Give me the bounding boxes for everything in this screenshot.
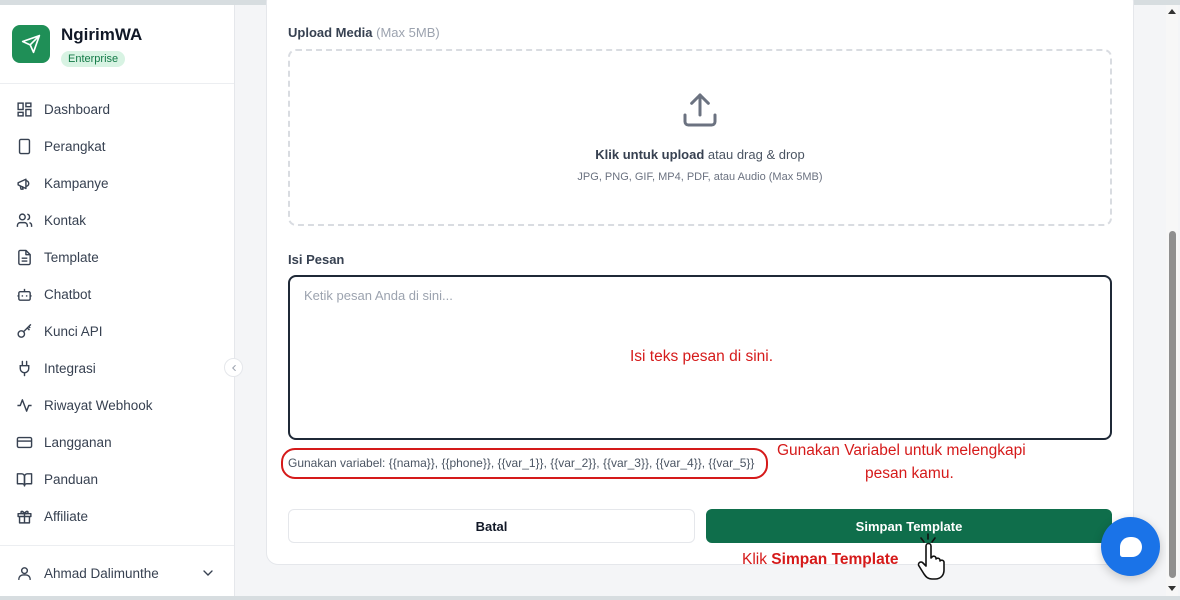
user-name: Ahmad Dalimunthe bbox=[44, 566, 159, 581]
send-icon[interactable] bbox=[12, 25, 50, 63]
annotation-highlight-ring bbox=[281, 448, 768, 479]
sidebar-item-label: Kunci API bbox=[44, 324, 103, 339]
pointer-hand-icon bbox=[917, 533, 945, 580]
bot-icon bbox=[17, 288, 32, 301]
sidebar: NgirimWA Enterprise Dashboard Perangkat … bbox=[0, 5, 235, 596]
scrollbar-thumb[interactable] bbox=[1169, 231, 1176, 578]
plug-icon bbox=[19, 360, 30, 377]
user-menu[interactable]: Ahmad Dalimunthe bbox=[0, 545, 234, 596]
sidebar-item-label: Kontak bbox=[44, 213, 87, 228]
upload-formats: JPG, PNG, GIF, MP4, PDF, atau Audio (Max… bbox=[577, 171, 823, 183]
annotation-variables-note-line1: Gunakan Variabel untuk melengkapi bbox=[777, 442, 1026, 459]
book-icon bbox=[16, 473, 33, 487]
annotation-save-note: Klik Simpan Template bbox=[742, 551, 898, 569]
sidebar-item-panduan[interactable]: Panduan bbox=[0, 464, 234, 494]
scroll-down-arrow-icon[interactable] bbox=[1168, 586, 1176, 591]
credit-card-icon bbox=[16, 436, 33, 449]
upload-instruction: Klik untuk upload atau drag & drop bbox=[288, 147, 1112, 162]
save-template-button[interactable]: Simpan Template bbox=[706, 509, 1112, 543]
brand: NgirimWA Enterprise bbox=[0, 5, 234, 84]
sidebar-item-label: Chatbot bbox=[44, 287, 92, 302]
sidebar-item-riwayat-webhook[interactable]: Riwayat Webhook bbox=[0, 390, 234, 420]
upload-dropzone[interactable] bbox=[288, 49, 1112, 226]
plan-badge: Enterprise bbox=[61, 51, 126, 67]
upload-icon bbox=[683, 93, 717, 127]
user-icon bbox=[18, 567, 31, 580]
key-icon bbox=[17, 323, 32, 338]
sidebar-item-label: Integrasi bbox=[44, 361, 96, 376]
message-label: Isi Pesan bbox=[288, 252, 345, 267]
sidebar-item-label: Dashboard bbox=[44, 102, 111, 117]
sidebar-item-integrasi[interactable]: Integrasi bbox=[0, 353, 234, 383]
brand-name: NgirimWA bbox=[61, 25, 143, 44]
scroll-up-arrow-icon[interactable] bbox=[1168, 9, 1176, 14]
cancel-button[interactable]: Batal bbox=[288, 509, 695, 543]
gift-icon bbox=[17, 510, 32, 524]
sidebar-item-label: Panduan bbox=[44, 472, 99, 487]
sidebar-item-chatbot[interactable]: Chatbot bbox=[0, 279, 234, 309]
chevron-left-icon bbox=[231, 364, 236, 371]
megaphone-icon bbox=[17, 178, 30, 190]
chat-bubble-icon bbox=[1119, 536, 1142, 557]
upload-limit-text: (Max 5MB) bbox=[376, 25, 440, 40]
chat-widget-button[interactable] bbox=[1101, 517, 1160, 576]
sidebar-item-label: Kampanye bbox=[44, 176, 109, 191]
chevron-down-icon[interactable] bbox=[200, 565, 216, 581]
sidebar-collapse-button[interactable] bbox=[224, 358, 243, 377]
activity-icon bbox=[17, 399, 32, 412]
sidebar-item-kontak[interactable]: Kontak bbox=[0, 205, 234, 235]
upload-link[interactable]: Klik untuk upload bbox=[595, 147, 704, 162]
sidebar-item-langganan[interactable]: Langganan bbox=[0, 427, 234, 457]
sidebar-item-label: Template bbox=[44, 250, 99, 265]
sidebar-item-affiliate[interactable]: Affiliate bbox=[0, 501, 234, 531]
upload-instruction-rest: atau drag & drop bbox=[704, 147, 805, 162]
annotation-variables-note-line2: pesan kamu. bbox=[865, 465, 954, 482]
window-bottom-border bbox=[0, 596, 1180, 600]
sidebar-item-template[interactable]: Template bbox=[0, 242, 234, 272]
annotation-save-prefix: Klik bbox=[742, 551, 772, 568]
sidebar-item-kunci-api[interactable]: Kunci API bbox=[0, 316, 234, 346]
sidebar-item-perangkat[interactable]: Perangkat bbox=[0, 131, 234, 161]
annotation-save-bold: Simpan Template bbox=[771, 551, 899, 568]
sidebar-item-kampanye[interactable]: Kampanye bbox=[0, 168, 234, 198]
upload-media-label: Upload Media (Max 5MB) bbox=[288, 25, 440, 40]
sidebar-item-label: Riwayat Webhook bbox=[44, 398, 153, 413]
document-icon bbox=[18, 249, 31, 266]
device-icon bbox=[18, 138, 31, 155]
sidebar-item-label: Langganan bbox=[44, 435, 112, 450]
dashboard-icon bbox=[17, 102, 32, 117]
sidebar-item-dashboard[interactable]: Dashboard bbox=[0, 94, 234, 124]
users-icon bbox=[16, 213, 33, 227]
annotation-textarea-note: Isi teks pesan di sini. bbox=[630, 348, 774, 365]
sidebar-item-label: Affiliate bbox=[44, 509, 89, 524]
upload-media-label-text: Upload Media bbox=[288, 25, 373, 40]
sidebar-item-label: Perangkat bbox=[44, 139, 106, 154]
